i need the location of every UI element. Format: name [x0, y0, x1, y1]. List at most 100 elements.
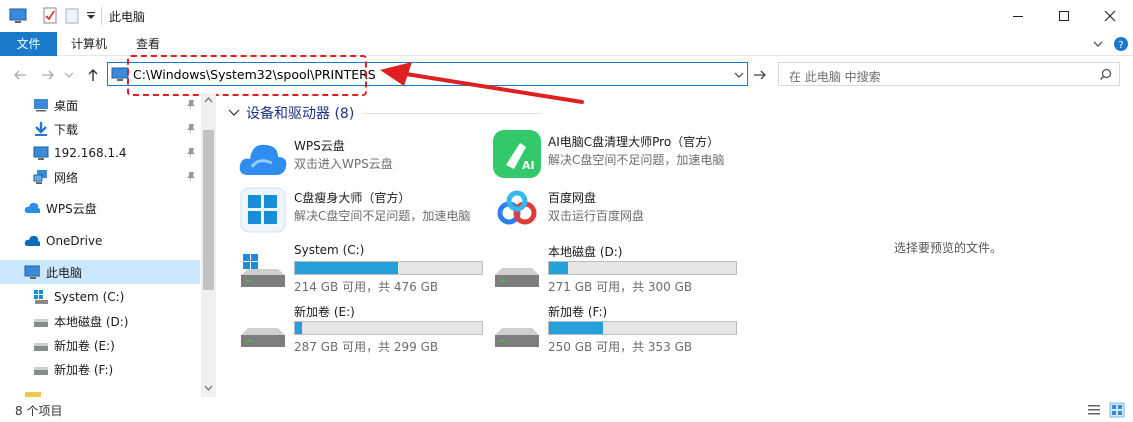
customize-quick-access-icon[interactable] [85, 6, 97, 26]
sidebar-item-network-share[interactable]: 192.168.1.4 [0, 141, 200, 165]
maximize-button[interactable] [1041, 0, 1087, 32]
drive-name: System (C:) [294, 243, 365, 257]
forward-button[interactable] [38, 65, 58, 85]
ribbon: 文件 计算机 查看 ? [0, 32, 1133, 56]
drive-tile-d[interactable]: 本地磁盘 (D:) 271 GB 可用，共 300 GB [492, 241, 742, 294]
usage-fill [549, 322, 604, 334]
sidebar-item-this-pc[interactable]: 此电脑 [0, 260, 200, 284]
back-button[interactable] [10, 65, 30, 85]
title-separator [101, 7, 102, 25]
up-button[interactable] [83, 65, 103, 85]
sidebar-item-network[interactable]: 网络 [0, 165, 200, 189]
group-divider [362, 112, 543, 114]
preview-message: 选择要预览的文件。 [894, 241, 1003, 255]
windows-app-icon [240, 187, 286, 233]
usage-bar [548, 261, 737, 275]
drive-tile-e[interactable]: 新加卷 (E:) 287 GB 可用，共 299 GB [238, 301, 488, 354]
sidebar-item-drive-c[interactable]: System (C:) [0, 285, 200, 309]
usage-bar [294, 261, 483, 275]
app-tile-c-slimmer[interactable]: C盘瘦身大师（官方） 解决C盘空间不足问题，加速电脑 [238, 185, 488, 235]
app-name: C盘瘦身大师（官方） [294, 191, 411, 205]
sidebar-item-drive-d[interactable]: 本地磁盘 (D:) [0, 309, 200, 333]
properties-icon[interactable] [42, 6, 58, 26]
close-icon [1104, 10, 1116, 22]
title-bar: 此电脑 [0, 0, 1133, 32]
window-title: 此电脑 [109, 10, 146, 24]
pin-icon[interactable] [186, 147, 196, 159]
sidebar-item-label: 此电脑 [46, 265, 83, 280]
sidebar-item-label: 下载 [54, 122, 79, 137]
download-icon [35, 122, 47, 136]
preview-pane: 选择要预览的文件。 [762, 93, 1133, 397]
sidebar-item-label: System (C:) [54, 290, 125, 304]
system-drive-icon [241, 254, 285, 287]
drive-space: 271 GB 可用，共 300 GB [548, 280, 693, 294]
sidebar-item-label: 新加卷 (E:) [54, 338, 115, 353]
app-tile-wps-cloud[interactable]: WPS云盘 双击进入WPS云盘 [238, 133, 488, 183]
close-button[interactable] [1087, 0, 1133, 32]
desktop-icon [34, 99, 48, 112]
drive-name: 新加卷 (F:) [548, 305, 608, 319]
details-view-icon[interactable] [1087, 403, 1101, 417]
drive-tile-c[interactable]: System (C:) 214 GB 可用，共 476 GB [238, 241, 488, 294]
app-tile-baidu-netdisk[interactable]: 百度网盘 双击运行百度网盘 [492, 185, 742, 235]
sidebar-item-desktop[interactable]: 桌面 [0, 93, 200, 117]
arrow-left-icon [14, 70, 26, 80]
pin-icon[interactable] [186, 99, 196, 111]
search-box[interactable]: 在 此电脑 中搜索 [778, 62, 1120, 86]
chevron-down-icon [228, 109, 240, 116]
scrollbar-thumb[interactable] [203, 130, 214, 290]
app-desc: 解决C盘空间不足问题，加速电脑 [548, 153, 725, 167]
sidebar-item-drive-e[interactable]: 新加卷 (E:) [0, 333, 200, 357]
tab-computer[interactable]: 计算机 [59, 32, 119, 56]
tab-file[interactable]: 文件 [0, 32, 57, 56]
usage-fill [295, 262, 398, 274]
network-computer-icon [33, 146, 49, 160]
navigation-scrollbar[interactable] [201, 93, 216, 397]
pin-icon[interactable] [186, 171, 196, 183]
recent-locations-button[interactable] [62, 65, 76, 85]
tab-view[interactable]: 查看 [124, 32, 172, 56]
drive-name: 新加卷 (E:) [294, 305, 355, 319]
app-name: 百度网盘 [548, 191, 597, 205]
chevron-down-icon[interactable] [734, 70, 744, 80]
drive-space: 287 GB 可用，共 299 GB [294, 340, 439, 354]
group-header[interactable]: 设备和驱动器 (8) [228, 103, 543, 123]
scroll-up-icon[interactable] [204, 97, 213, 103]
new-folder-icon[interactable] [64, 6, 80, 26]
scroll-down-icon[interactable] [204, 385, 213, 391]
sidebar-item-label: 本地磁盘 (D:) [54, 314, 129, 329]
sidebar-item-label: WPS云盘 [46, 201, 97, 216]
sidebar-item-wps-cloud[interactable]: WPS云盘 [0, 196, 200, 220]
broom-icon: AI [493, 130, 541, 178]
drive-space: 250 GB 可用，共 353 GB [548, 340, 693, 354]
computer-icon[interactable] [9, 6, 27, 26]
minimize-button[interactable] [995, 0, 1041, 32]
drive-icon [34, 367, 48, 375]
sidebar-item-downloads[interactable]: 下载 [0, 117, 200, 141]
app-name: WPS云盘 [294, 139, 345, 153]
wps-cloud-icon [239, 144, 287, 175]
sidebar-item-onedrive[interactable]: OneDrive [0, 229, 200, 253]
pin-icon[interactable] [186, 123, 196, 135]
help-icon[interactable]: ? [1113, 36, 1129, 52]
sidebar-item-label: 网络 [54, 170, 79, 185]
expand-ribbon-icon[interactable] [1092, 38, 1104, 50]
minimize-icon [1013, 16, 1023, 17]
drive-icon [241, 328, 285, 347]
sidebar-item-drive-f[interactable]: 新加卷 (F:) [0, 357, 200, 381]
cloud-icon [24, 202, 40, 213]
group-title: 设备和驱动器 (8) [246, 106, 355, 122]
drive-icon [34, 343, 48, 351]
search-icon[interactable] [1099, 68, 1112, 81]
drive-tile-f[interactable]: 新加卷 (F:) 250 GB 可用，共 353 GB [492, 301, 742, 354]
status-bar: 8 个项目 [0, 397, 1133, 422]
arrow-right-icon [754, 70, 766, 80]
app-name: AI电脑C盘清理大师Pro（官方） [548, 135, 720, 149]
large-icons-view-icon[interactable] [1109, 402, 1125, 418]
app-desc: 解决C盘空间不足问题，加速电脑 [294, 209, 471, 223]
sidebar-item-label: 192.168.1.4 [54, 146, 127, 160]
network-icon [33, 170, 47, 184]
app-tile-ai-cleaner[interactable]: AI AI电脑C盘清理大师Pro（官方） 解决C盘空间不足问题，加速电脑 [492, 129, 742, 179]
go-button[interactable] [750, 65, 770, 85]
